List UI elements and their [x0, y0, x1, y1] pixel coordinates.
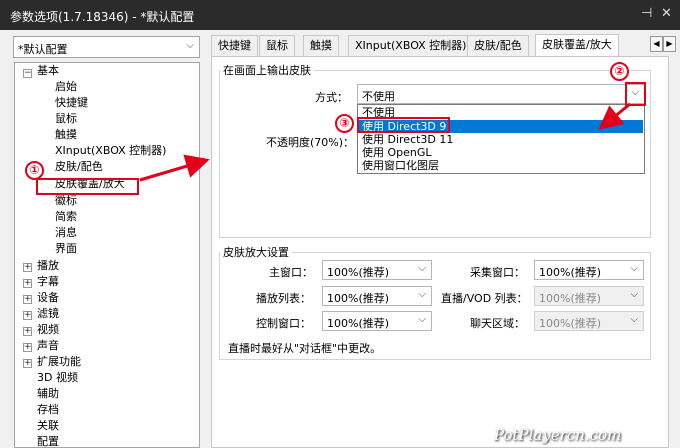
arrow-to-content: [139, 154, 210, 182]
watermark-text: PotPlayercn.com: [494, 426, 622, 444]
annotation-arrows: [139, 102, 631, 182]
arrow-to-option: [598, 102, 631, 130]
